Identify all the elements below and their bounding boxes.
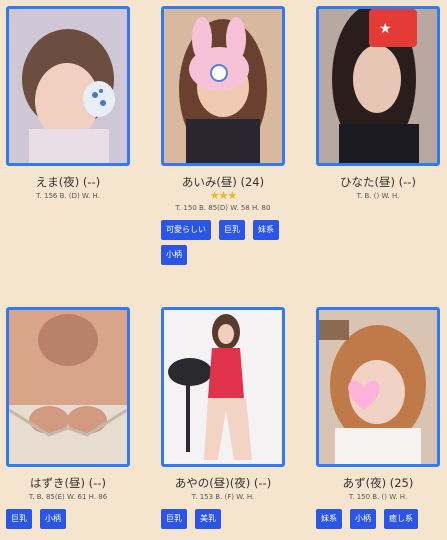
profile-card[interactable]: あず(夜) (25) T. 150 B. () W. H. 妹系 小柄 癒し系 <box>316 307 440 529</box>
tag-list: 妹系 小柄 癒し系 <box>316 509 440 529</box>
girl-name: あやの(昼)(夜) (--) <box>174 476 272 490</box>
profile-card[interactable]: あやの(昼)(夜) (--) T. 153 B. (F) W. H. 巨乳 美乳 <box>161 307 285 529</box>
girl-name: はずき(昼) (--) <box>30 476 106 490</box>
profile-photo[interactable] <box>161 307 285 467</box>
tag-badge[interactable]: 巨乳 <box>219 220 245 240</box>
tag-badge[interactable]: 妹系 <box>316 509 342 529</box>
tag-badge[interactable]: 巨乳 <box>161 509 187 529</box>
profile-photo[interactable] <box>161 6 285 166</box>
girl-sizes: T. B. 85(E) W. 61 H. 86 <box>28 493 108 501</box>
tag-badge[interactable]: 美乳 <box>195 509 221 529</box>
tag-badge[interactable]: 可愛らしい <box>161 220 211 240</box>
tag-badge[interactable]: 巨乳 <box>6 509 32 529</box>
tag-list: 可愛らしい 巨乳 妹系 小柄 <box>161 220 285 265</box>
tag-badge[interactable]: 癒し系 <box>384 509 418 529</box>
tag-badge[interactable]: 小柄 <box>350 509 376 529</box>
girl-sizes: T. 153 B. (F) W. H. <box>191 493 255 501</box>
girl-name: えま(夜) (--) <box>35 175 101 189</box>
girl-sizes: T. 150 B. () W. H. <box>348 493 408 501</box>
profile-card[interactable]: ★ ひなた(昼) (--) T. B. () W. H. <box>316 6 440 200</box>
profile-card[interactable]: はずき(昼) (--) T. B. 85(E) W. 61 H. 86 巨乳 小… <box>6 307 130 529</box>
tag-list: 巨乳 美乳 <box>161 509 285 529</box>
tag-badge[interactable]: 妹系 <box>253 220 279 240</box>
rating-stars: ★★★ <box>209 189 238 202</box>
tag-badge[interactable]: 小柄 <box>40 509 66 529</box>
profile-photo[interactable] <box>316 307 440 467</box>
girl-name: ひなた(昼) (--) <box>340 175 416 189</box>
profile-card[interactable]: えま(夜) (--) T. 156 B. (D) W. H. <box>6 6 130 200</box>
profile-photo[interactable] <box>6 6 130 166</box>
profile-photo[interactable] <box>6 307 130 467</box>
profile-card[interactable]: あいみ(昼) (24) ★★★ T. 150 B. 85(D) W. 58 H.… <box>161 6 285 265</box>
profile-photo[interactable]: ★ <box>316 6 440 166</box>
girl-name: あいみ(昼) (24) <box>181 175 265 189</box>
girl-sizes: T. B. () W. H. <box>356 192 400 200</box>
girl-sizes: T. 156 B. (D) W. H. <box>36 192 100 200</box>
svg-text:★: ★ <box>379 21 392 37</box>
tag-list: 巨乳 小柄 <box>6 509 130 529</box>
girl-name: あず(夜) (25) <box>342 476 414 490</box>
girl-sizes: T. 150 B. 85(D) W. 58 H. 80 <box>175 204 271 212</box>
tag-badge[interactable]: 小柄 <box>161 245 187 265</box>
